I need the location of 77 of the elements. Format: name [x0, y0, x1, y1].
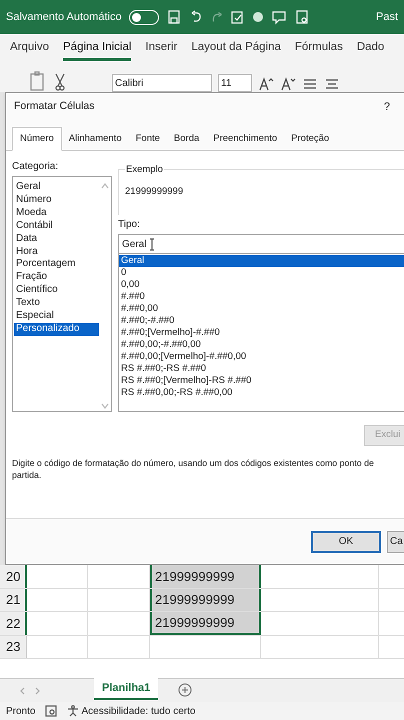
category-item[interactable]: Hora: [14, 246, 99, 258]
category-item[interactable]: Especial: [14, 310, 99, 323]
type-field[interactable]: Geral: [118, 234, 404, 254]
category-item[interactable]: Fração: [14, 271, 99, 284]
format-item[interactable]: 0: [119, 267, 404, 279]
category-label: Categoria:: [12, 160, 60, 173]
window-title: Past: [376, 10, 398, 25]
cancel-button[interactable]: Ca: [387, 530, 404, 552]
scroll-right-icon: [35, 687, 40, 695]
category-item[interactable]: Moeda: [14, 206, 99, 220]
ribbon-tab[interactable]: Inserir: [145, 37, 178, 61]
dialog-tab[interactable]: Alinhamento: [62, 128, 129, 150]
category-item[interactable]: Data: [14, 232, 99, 246]
autosave-toggle[interactable]: [128, 10, 159, 24]
font-field[interactable]: Calibri: [112, 74, 212, 92]
dialog-title: Formatar Células: [14, 99, 95, 114]
table-cell: 21999999999: [150, 612, 261, 634]
sheet-tab[interactable]: Planilha1: [94, 678, 158, 700]
table-cell: 21999999999: [150, 588, 261, 611]
help-button[interactable]: ?: [384, 98, 390, 116]
format-item[interactable]: #.##0;-#.##0: [119, 315, 404, 327]
format-item[interactable]: RS #.##0,00;-RS #.##0,00: [119, 387, 404, 399]
row-header: 23: [0, 636, 27, 658]
ribbon-tab[interactable]: Página Inicial: [63, 37, 132, 61]
accessibility-status: Acessibilidade: tudo certo: [81, 704, 196, 718]
category-item[interactable]: Personalizado: [14, 322, 99, 336]
add-sheet-icon[interactable]: [178, 683, 192, 697]
row-header: 20: [0, 565, 27, 588]
type-label: Tipo:: [118, 218, 141, 232]
save-icon: [166, 9, 182, 25]
dialog-tab[interactable]: Preenchimento: [206, 128, 284, 150]
category-item[interactable]: Contábil: [14, 220, 99, 233]
format-item[interactable]: #.##0;[Vermelho]-#.##0: [119, 327, 404, 339]
comment-icon: [270, 9, 287, 25]
category-item[interactable]: Número: [14, 194, 99, 207]
description-text: Digite o código de formatação do número, usando um dos códigos existentes como ponto de partida.: [12, 457, 375, 481]
scroll-up-icon: [101, 183, 109, 189]
dialog-tab[interactable]: Proteção: [284, 128, 336, 150]
macro-record-icon: [45, 705, 58, 717]
row-header: 22: [0, 612, 27, 634]
format-item[interactable]: RS #.##0;[Vermelho]-RS #.##0: [119, 375, 404, 387]
table-cell: 21999999999: [150, 565, 261, 588]
ribbon-tab[interactable]: Dado: [356, 37, 384, 61]
redo-icon: [212, 12, 222, 22]
ribbon-tab[interactable]: Layout da Página: [191, 37, 281, 61]
clipboard-check-icon: [228, 9, 245, 25]
category-item[interactable]: Geral: [14, 181, 99, 194]
format-item[interactable]: #.##0,00;-#.##0,00: [119, 339, 404, 351]
scroll-left-icon: [20, 687, 25, 695]
grow-font-icon: [258, 76, 274, 92]
format-item[interactable]: #.##0,00;[Vermelho]-#.##0,00: [119, 351, 404, 363]
sample-value: 21999999999: [125, 185, 184, 200]
ok-button[interactable]: OK: [311, 530, 381, 552]
font-size-field[interactable]: 11: [218, 74, 252, 92]
format-item[interactable]: RS #.##0;-RS #.##0: [119, 363, 404, 375]
dialog-tab[interactable]: Borda: [166, 128, 206, 150]
scroll-down-icon: [101, 403, 109, 409]
format-item[interactable]: #.##0,00: [119, 303, 404, 315]
circle-icon: [252, 11, 264, 23]
accessibility-icon: [67, 705, 80, 717]
dialog-tab[interactable]: Fonte: [128, 128, 167, 150]
category-item[interactable]: Porcentagem: [14, 258, 99, 272]
category-item[interactable]: Texto: [14, 297, 99, 310]
category-item[interactable]: Científico: [14, 284, 99, 298]
document-icon: [294, 9, 310, 25]
text-cursor-icon: [149, 238, 156, 250]
status-text: Pronto: [6, 704, 36, 718]
format-item[interactable]: Geral: [119, 255, 404, 267]
format-item[interactable]: #.##0: [119, 291, 404, 303]
shrink-font-icon: [280, 76, 296, 92]
ribbon-tab[interactable]: Fórmulas: [294, 37, 343, 61]
scissors-icon: [54, 72, 66, 92]
dialog-tab[interactable]: Número: [12, 127, 62, 151]
autosave-label: Salvamento Automático: [6, 10, 122, 25]
format-item[interactable]: 0,00: [119, 279, 404, 291]
ribbon-tab[interactable]: Arquivo: [10, 37, 49, 61]
row-header: 21: [0, 588, 27, 611]
